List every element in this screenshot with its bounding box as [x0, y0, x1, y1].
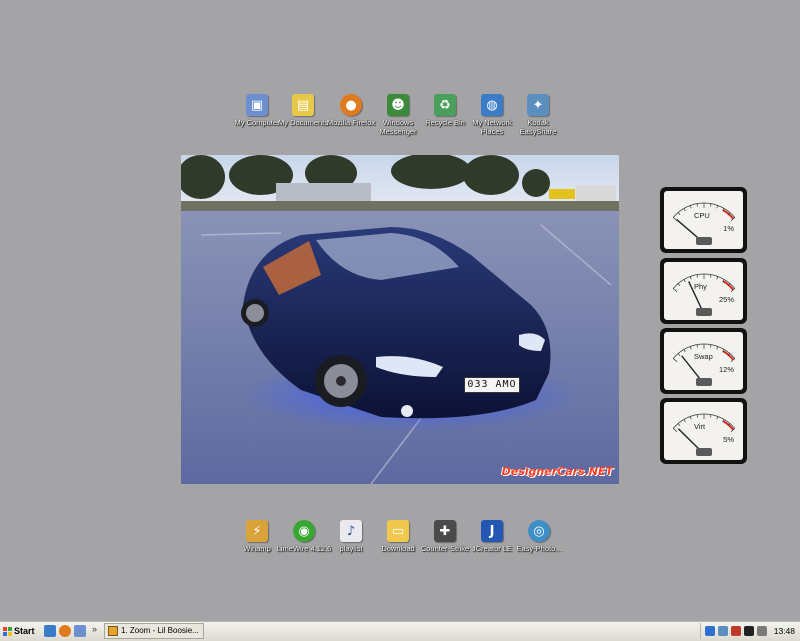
wallpaper-watermark: DesignerCars.NET	[501, 465, 613, 478]
gauge-tick	[672, 358, 678, 362]
task-label: 1. Zoom - Lil Boosie...	[121, 626, 199, 635]
recycle-bin-icon: ♻	[434, 94, 456, 116]
gauge-tick	[710, 414, 712, 418]
gauge-tick	[683, 279, 686, 283]
start-label: Start	[14, 626, 35, 636]
gauge-swap: Swap 12%	[660, 328, 747, 394]
gauge-tick	[683, 208, 686, 212]
gauge-dial	[672, 273, 736, 316]
license-plate: 033 AMO	[464, 377, 520, 393]
desktop-icon-label: Easy-Photo...	[516, 544, 562, 553]
gauge-name: Phy	[694, 282, 707, 291]
gauge-dial	[672, 202, 736, 245]
gauge-tick	[710, 203, 712, 207]
gauge-tick	[683, 349, 686, 353]
gauge-percent: 25%	[718, 295, 734, 304]
gauge-face: Phy 25%	[664, 262, 743, 320]
winamp-icon: ⚡	[246, 520, 268, 542]
gauge-tick	[696, 414, 698, 418]
playlist-icon: ♪	[340, 520, 362, 542]
antivirus-tray-icon[interactable]	[731, 626, 741, 636]
language-icon[interactable]	[705, 626, 715, 636]
gauge-tick	[677, 212, 681, 216]
messenger-icon: ☻	[387, 94, 409, 116]
gauge-tick	[689, 416, 692, 420]
system-tray: 13:48	[700, 623, 799, 639]
gauge-face: Virt 5%	[664, 402, 743, 460]
gauge-tick	[672, 428, 678, 432]
gauge-dial	[672, 343, 736, 386]
gauge-face: CPU 1%	[664, 191, 743, 249]
app-tray-icon[interactable]	[744, 626, 754, 636]
gauge-tick	[710, 344, 712, 348]
firefox-quicklaunch-icon[interactable]	[59, 625, 71, 637]
gauge-cpu: CPU 1%	[660, 187, 747, 253]
gauge-percent: 1%	[723, 224, 734, 233]
firefox-icon: ●	[340, 94, 362, 116]
show-desktop-icon[interactable]	[44, 625, 56, 637]
gauge-hub	[696, 448, 712, 456]
my-computer-icon: ▣	[246, 94, 268, 116]
gauge-tick	[696, 344, 698, 348]
gauge-tick	[716, 346, 719, 350]
gauge-tick	[672, 288, 678, 292]
gauge-hub	[696, 237, 712, 245]
gauge-percent: 5%	[723, 435, 734, 444]
gauge-tick	[716, 276, 719, 280]
desktop-icon-label: Kodak EasyShare	[519, 118, 557, 136]
easy-photo-icon: ◎	[528, 520, 550, 542]
gauge-tick	[677, 353, 681, 357]
gauge-tick	[710, 274, 712, 278]
download-folder-icon: ▭	[387, 520, 409, 542]
gauge-name: CPU	[694, 211, 710, 220]
gauge-phy: Phy 25%	[660, 258, 747, 324]
wallpaper-photo: 033 AMO DesignerCars.NET	[181, 155, 619, 484]
gauge-tick	[696, 274, 698, 278]
start-button[interactable]: Start	[1, 623, 35, 639]
kodak-easyshare-icon: ✦	[527, 94, 549, 116]
clock[interactable]: 13:48	[774, 623, 795, 639]
gauge-tick	[689, 205, 692, 209]
gauge-virt: Virt 5%	[660, 398, 747, 464]
desktop-icon-easy-photo[interactable]: ◎ Easy-Photo...	[511, 520, 567, 553]
taskbar-window-button[interactable]: 1. Zoom - Lil Boosie...	[104, 623, 204, 639]
ie-quicklaunch-icon[interactable]	[74, 625, 86, 637]
winamp-task-icon	[108, 626, 118, 636]
gauge-hub	[696, 308, 712, 316]
gauge-hub	[696, 378, 712, 386]
car-photo-illustration	[181, 155, 619, 484]
desktop-icons-bottom: ⚡ Winamp ◉ LimeWire 4.12.6 ♪ playlist ▭ …	[0, 520, 800, 580]
gauge-name: Swap	[694, 352, 713, 361]
gauge-tick	[677, 423, 681, 427]
gauge-tick	[689, 276, 692, 280]
taskbar: Start » 1. Zoom - Lil Boosie... 13:48	[0, 621, 800, 641]
windows-flag-icon	[3, 626, 12, 636]
gauge-dial	[672, 413, 736, 456]
gauge-tick	[716, 416, 719, 420]
desktop-icons-top: ▣ My Computer ▤ My Documents ● Mozilla F…	[0, 94, 800, 154]
gauge-tick	[716, 205, 719, 209]
gauge-tick	[677, 283, 681, 287]
gauge-name: Virt	[694, 422, 706, 431]
quicklaunch-chevron[interactable]: »	[92, 624, 97, 634]
my-documents-icon: ▤	[292, 94, 314, 116]
counter-strike-icon: ✚	[434, 520, 456, 542]
network-places-icon: ◍	[481, 94, 503, 116]
jcreator-icon: J	[481, 520, 503, 542]
gauge-percent: 12%	[718, 365, 734, 374]
gauge-face: Swap 12%	[664, 332, 743, 390]
gauge-tick	[683, 419, 686, 423]
network-tray-icon[interactable]	[718, 626, 728, 636]
volume-tray-icon[interactable]	[757, 626, 767, 636]
gauge-tick	[689, 346, 692, 350]
gauge-tick	[696, 203, 698, 207]
limewire-icon: ◉	[293, 520, 315, 542]
desktop-icon-kodak-easyshare[interactable]: ✦ Kodak EasyShare	[510, 94, 566, 136]
